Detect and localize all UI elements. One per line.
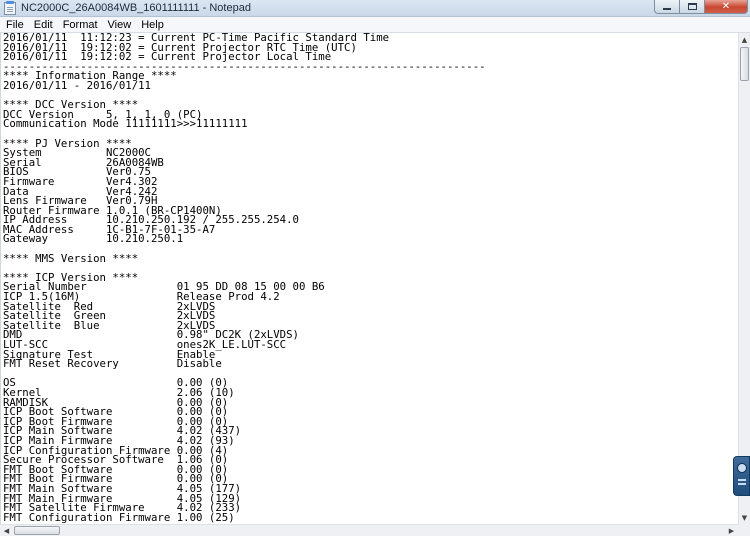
scroll-down-arrow-icon[interactable]: ▼ bbox=[739, 511, 750, 524]
close-icon: ✕ bbox=[721, 0, 731, 12]
vertical-scrollbar[interactable]: ▲ ▼ bbox=[738, 33, 750, 524]
notepad-app-icon[interactable] bbox=[4, 1, 16, 15]
close-button[interactable]: ✕ bbox=[705, 0, 748, 14]
text-line[interactable]: Communication Mode 11111111>>>11111111 bbox=[3, 119, 737, 129]
menu-help[interactable]: Help bbox=[136, 18, 169, 32]
text-line[interactable]: 2016/01/11 - 2016/01/11 bbox=[3, 80, 737, 90]
window-controls: ✕ bbox=[654, 0, 748, 14]
horizontal-scrollbar[interactable]: ◀ ▶ bbox=[0, 524, 738, 536]
minimize-button[interactable] bbox=[654, 0, 680, 14]
scroll-up-arrow-icon[interactable]: ▲ bbox=[739, 33, 750, 46]
text-line[interactable]: **** MMS Version **** bbox=[3, 253, 737, 263]
text-line[interactable]: FMT Reset Recovery Disable bbox=[3, 359, 737, 369]
assistant-menu-icon bbox=[738, 479, 746, 481]
horizontal-scroll-thumb[interactable] bbox=[14, 526, 60, 535]
window-title: NC2000C_26A0084WB_1601111111 - Notepad bbox=[21, 2, 251, 14]
notepad-window: NC2000C_26A0084WB_1601111111 - Notepad ✕… bbox=[0, 0, 750, 536]
floating-assistant-icon[interactable] bbox=[733, 456, 750, 496]
menu-view[interactable]: View bbox=[103, 18, 137, 32]
scroll-right-arrow-icon[interactable]: ▶ bbox=[725, 525, 738, 536]
menu-format[interactable]: Format bbox=[58, 18, 103, 32]
maximize-button[interactable] bbox=[680, 0, 705, 14]
minimize-icon bbox=[663, 8, 671, 10]
vertical-scroll-thumb[interactable] bbox=[740, 47, 749, 81]
menu-file[interactable]: File bbox=[1, 18, 29, 32]
menu-bar: File Edit Format View Help bbox=[0, 17, 750, 33]
scrollbar-corner bbox=[738, 524, 750, 536]
text-editor[interactable]: 2016/01/11 11:12:23 = Current PC-Time Pa… bbox=[0, 33, 738, 524]
scroll-left-arrow-icon[interactable]: ◀ bbox=[0, 525, 13, 536]
assistant-face-icon bbox=[737, 463, 747, 473]
maximize-icon bbox=[687, 3, 697, 10]
text-line[interactable]: Gateway 10.210.250.1 bbox=[3, 234, 737, 244]
document-text[interactable]: 2016/01/11 11:12:23 = Current PC-Time Pa… bbox=[3, 33, 737, 524]
menu-edit[interactable]: Edit bbox=[29, 18, 58, 32]
title-bar[interactable]: NC2000C_26A0084WB_1601111111 - Notepad ✕ bbox=[0, 0, 750, 17]
text-line[interactable]: FMT Configuration Firmware 1.00 (25) bbox=[3, 512, 737, 522]
